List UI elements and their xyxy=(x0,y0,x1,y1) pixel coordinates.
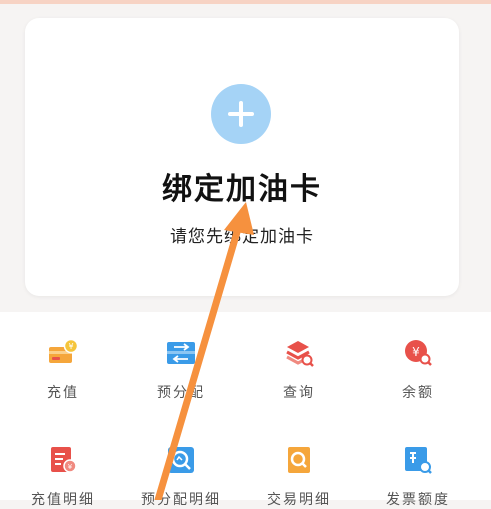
stack-search-icon xyxy=(286,341,314,367)
card-title: 绑定加油卡 xyxy=(162,172,322,207)
menu-item-query[interactable]: 查询 xyxy=(249,338,349,402)
card-subtitle: 请您先绑定加油卡 xyxy=(170,227,314,247)
menu-label: 余额 xyxy=(402,385,434,401)
svg-text:¥: ¥ xyxy=(412,345,420,359)
transfer-icon xyxy=(167,342,195,364)
menu-label: 交易明细 xyxy=(267,492,331,508)
invoice-search-icon xyxy=(405,447,432,474)
menu-label: 预分配明细 xyxy=(141,492,221,508)
card-yen-icon: ¥ xyxy=(49,338,78,363)
receipt-yen-icon: ¥ xyxy=(51,447,77,473)
menu-label: 查询 xyxy=(283,385,315,401)
menu-item-preallocate[interactable]: 预分配 xyxy=(131,338,231,402)
yen-search-icon: ¥ xyxy=(405,340,432,366)
svg-text:¥: ¥ xyxy=(68,342,73,351)
document-search-icon xyxy=(288,447,310,473)
menu-item-transaction-detail[interactable]: 交易明细 xyxy=(249,445,349,509)
menu-label: 充值 xyxy=(47,385,79,401)
menu-item-invoice-quota[interactable]: 发票额度 xyxy=(368,445,468,509)
add-card-button[interactable] xyxy=(211,84,271,144)
chart-search-icon xyxy=(168,447,194,473)
menu-label: 发票额度 xyxy=(386,492,450,508)
menu-item-recharge[interactable]: ¥ 充值 xyxy=(13,338,113,402)
top-strip xyxy=(0,0,491,4)
menu-item-preallocate-detail[interactable]: 预分配明细 xyxy=(131,445,231,509)
menu-item-balance[interactable]: ¥ 余额 xyxy=(368,338,468,402)
bind-card-panel: 绑定加油卡 请您先绑定加油卡 xyxy=(25,18,459,296)
menu-label: 充值明细 xyxy=(31,492,95,508)
menu-label: 预分配 xyxy=(157,385,205,401)
menu-item-recharge-detail[interactable]: ¥ 充值明细 xyxy=(13,445,113,509)
svg-text:¥: ¥ xyxy=(68,463,73,471)
